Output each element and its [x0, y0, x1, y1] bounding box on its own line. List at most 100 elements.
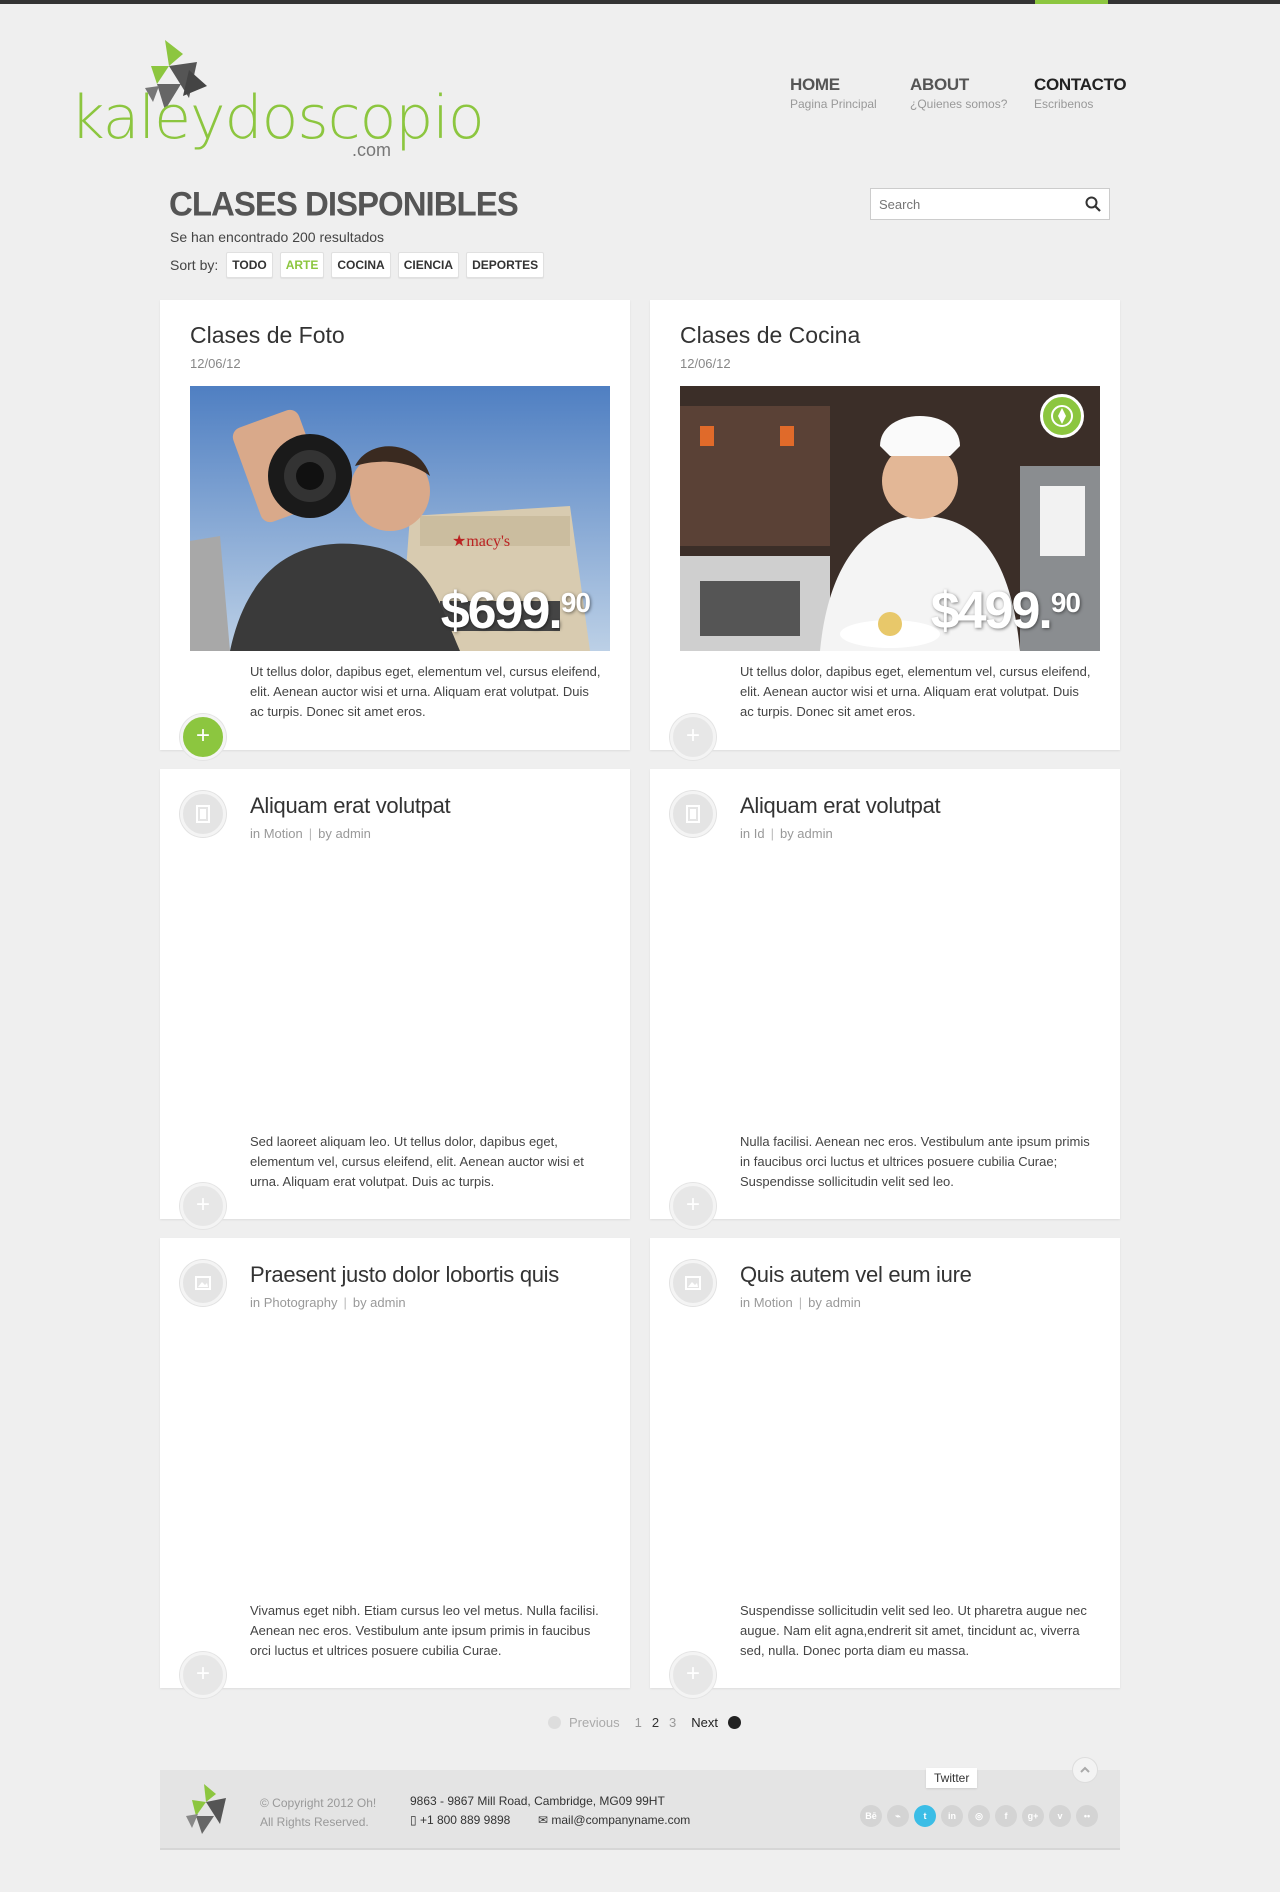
price-main: $699.	[440, 582, 563, 640]
card-date: 12/06/12	[190, 356, 241, 371]
email-address[interactable]: mail@companyname.com	[551, 1813, 690, 1827]
class-card-cocina: Clases de Cocina 12/06/12 $499.90 Ut tel…	[650, 300, 1120, 760]
plus-icon: +	[685, 1191, 700, 1218]
svg-text:★macy's: ★macy's	[452, 533, 510, 550]
nav-contacto-title: CONTACTO	[1034, 75, 1127, 94]
nav-home[interactable]: HOME Pagina Principal	[790, 75, 877, 111]
logo-suffix: .com	[352, 140, 392, 160]
film-icon	[180, 791, 226, 837]
expand-button[interactable]: +	[670, 1183, 716, 1229]
google-plus-icon[interactable]: g+	[1022, 1805, 1044, 1827]
card-date: 12/06/12	[680, 356, 731, 371]
film-icon	[670, 791, 716, 837]
search-icon[interactable]	[1085, 196, 1101, 212]
card-image[interactable]: $499.90	[680, 386, 1100, 651]
footer-email[interactable]: ✉ mail@companyname.com	[538, 1813, 690, 1827]
social-links: Bē ⌁ t in ◎ f g+ v ••	[860, 1805, 1103, 1827]
card-image[interactable]: ★macy's $699.90	[190, 386, 610, 651]
top-border-accent	[1035, 0, 1108, 4]
post-author[interactable]: by admin	[353, 1295, 406, 1310]
card-title[interactable]: Clases de Cocina	[680, 322, 860, 349]
page-link-1[interactable]: 1	[635, 1715, 642, 1730]
footer-logo-icon[interactable]	[182, 1782, 236, 1836]
back-to-top-button[interactable]	[1072, 1757, 1098, 1783]
linkedin-icon[interactable]: in	[941, 1805, 963, 1827]
vimeo-icon[interactable]: v	[1049, 1805, 1071, 1827]
page-link-3[interactable]: 3	[669, 1715, 676, 1730]
chevron-left-icon[interactable]	[548, 1716, 561, 1729]
social-tooltip: Twitter	[926, 1768, 978, 1788]
sort-deportes[interactable]: DEPORTES	[466, 252, 545, 278]
sort-cocina[interactable]: COCINA	[331, 252, 391, 278]
next-link[interactable]: Next	[691, 1715, 718, 1730]
twitter-icon[interactable]: t	[914, 1805, 936, 1827]
sort-arte[interactable]: ARTE	[279, 252, 325, 278]
post-category[interactable]: in Photography	[250, 1295, 337, 1310]
expand-button[interactable]: +	[180, 1652, 226, 1698]
nav-about[interactable]: ABOUT ¿Quienes somos?	[910, 75, 1007, 111]
sort-label: Sort by:	[170, 257, 219, 273]
post-excerpt: Suspendisse sollicitudin velit sed leo. …	[740, 1603, 1087, 1658]
dribbble-icon[interactable]: ◎	[968, 1805, 990, 1827]
flickr-icon[interactable]: ••	[1076, 1805, 1098, 1827]
plus-icon: +	[195, 1660, 210, 1687]
post-title[interactable]: Praesent justo dolor lobortis quis	[250, 1262, 559, 1288]
expand-button[interactable]: +	[180, 714, 226, 760]
post-title[interactable]: Aliquam erat volutpat	[740, 793, 941, 819]
footer-phone: ▯ +1 800 889 9898	[410, 1813, 510, 1827]
post-title[interactable]: Quis autem vel eum iure	[740, 1262, 972, 1288]
post-card: Praesent justo dolor lobortis quis in Ph…	[160, 1238, 630, 1698]
plus-icon: +	[195, 722, 210, 749]
nav-contacto-sub: Escribenos	[1034, 97, 1094, 111]
nav-about-title: ABOUT	[910, 75, 969, 94]
card-title[interactable]: Clases de Foto	[190, 322, 345, 349]
post-meta: in Motion | by admin	[740, 1295, 861, 1310]
chevron-right-icon[interactable]	[728, 1716, 742, 1729]
post-category[interactable]: in Motion	[250, 826, 303, 841]
post-author[interactable]: by admin	[808, 1295, 861, 1310]
expand-button[interactable]: +	[670, 714, 716, 760]
facebook-icon[interactable]: f	[995, 1805, 1017, 1827]
sort-todo[interactable]: TODO	[226, 252, 273, 278]
post-category[interactable]: in Id	[740, 826, 765, 841]
mail-icon: ✉	[538, 1813, 552, 1827]
featured-badge-icon	[1040, 394, 1084, 438]
image-icon	[180, 1260, 226, 1306]
post-meta: in Id | by admin	[740, 826, 833, 841]
footer-address: 9863 - 9867 Mill Road, Cambridge, MG09 9…	[410, 1794, 665, 1808]
rights-text: All Rights Reserved.	[260, 1815, 369, 1829]
post-excerpt: Nulla facilisi. Aenean nec eros. Vestibu…	[740, 1134, 1090, 1189]
post-card: Quis autem vel eum iure in Motion | by adm…	[650, 1238, 1120, 1698]
phone-number: +1 800 889 9898	[419, 1813, 511, 1827]
post-category[interactable]: in Motion	[740, 1295, 793, 1310]
search-input[interactable]	[871, 189, 1071, 219]
price-tag: $499.90	[930, 582, 1081, 640]
behance-icon[interactable]: Bē	[860, 1805, 882, 1827]
previous-link[interactable]: Previous	[569, 1715, 620, 1730]
post-card: Aliquam erat volutpat in Motion | by admin…	[160, 769, 630, 1229]
sort-ciencia[interactable]: CIENCIA	[397, 252, 460, 278]
price-cents: 90	[560, 587, 591, 618]
price-main: $499.	[930, 582, 1053, 640]
pagination: Previous 1 2 3 Next	[548, 1715, 742, 1730]
nav-home-sub: Pagina Principal	[790, 97, 877, 111]
rss-icon[interactable]: ⌁	[887, 1805, 909, 1827]
expand-button[interactable]: +	[670, 1652, 716, 1698]
nav-contacto[interactable]: CONTACTO Escribenos	[1034, 75, 1127, 111]
image-icon	[670, 1260, 716, 1306]
post-author[interactable]: by admin	[318, 826, 371, 841]
card-description: Ut tellus dolor, dapibus eget, elementum…	[740, 664, 1091, 719]
post-title[interactable]: Aliquam erat volutpat	[250, 793, 451, 819]
card-description: Ut tellus dolor, dapibus eget, elementum…	[250, 664, 601, 719]
footer-copyright: © Copyright 2012 Oh! All Rights Reserved…	[260, 1794, 376, 1832]
expand-button[interactable]: +	[180, 1183, 226, 1229]
plus-icon: +	[195, 1191, 210, 1218]
post-meta: in Photography | by admin	[250, 1295, 406, 1310]
post-card: Aliquam erat volutpat in Id | by admin Nul…	[650, 769, 1120, 1229]
page-link-2[interactable]: 2	[652, 1715, 659, 1730]
nav-home-title: HOME	[790, 75, 840, 94]
results-count: Se han encontrado 200 resultados	[170, 229, 385, 245]
post-author[interactable]: by admin	[780, 826, 833, 841]
logo[interactable]: kaleydoscopio .com	[70, 40, 485, 165]
copyright-text: © Copyright 2012 Oh!	[260, 1796, 377, 1810]
